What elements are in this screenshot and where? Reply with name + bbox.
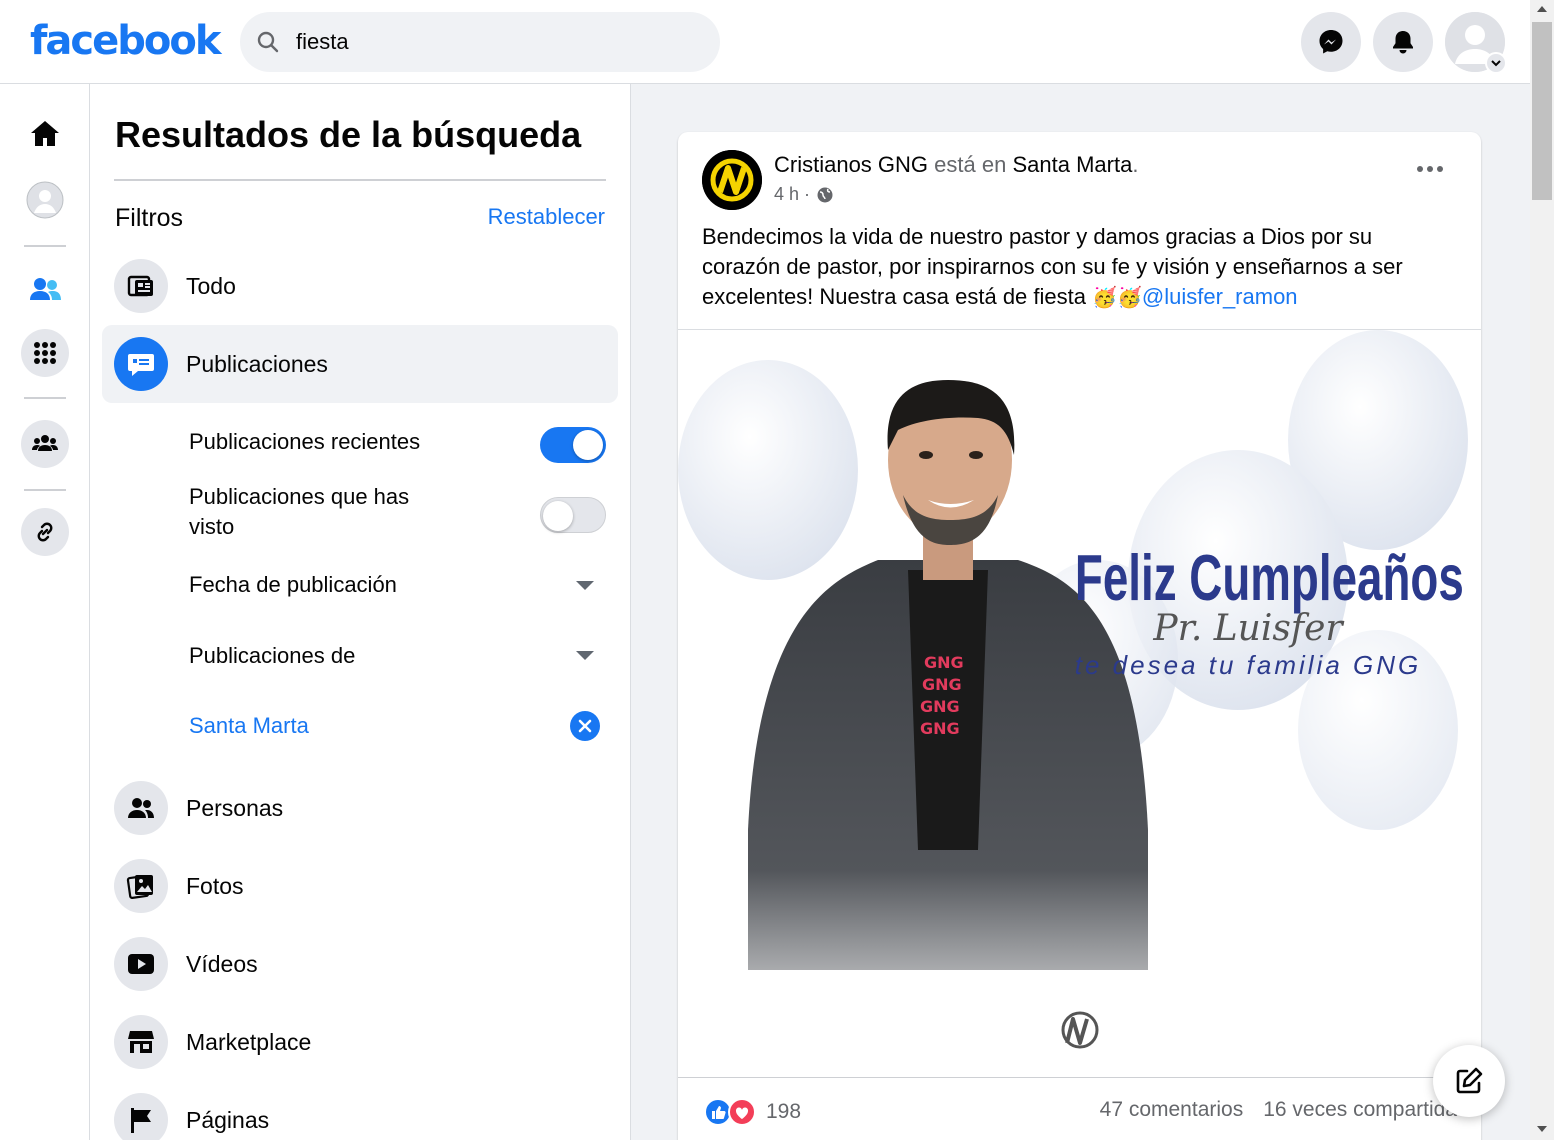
search-box[interactable]	[240, 12, 720, 72]
people-icon	[114, 781, 168, 835]
reset-filters-link[interactable]: Restablecer	[488, 204, 605, 230]
filter-category-label: Páginas	[186, 1106, 270, 1133]
friends-button[interactable]	[21, 266, 69, 314]
filter-category-label: Publicaciones	[186, 350, 328, 377]
marketplace-icon	[114, 1015, 168, 1069]
post-text: Bendecimos la vida de nuestro pastor y d…	[702, 222, 1442, 312]
post-timestamp[interactable]: 4 h ·	[774, 184, 810, 205]
seen-posts-label: Publicaciones que has visto	[189, 484, 410, 539]
page-title: Resultados de la búsqueda	[115, 114, 582, 155]
left-rail	[0, 84, 90, 1140]
filter-category-label: Vídeos	[186, 950, 258, 977]
image-script-name: Pr. Luisfer	[1152, 608, 1344, 649]
flag-icon	[114, 1093, 168, 1140]
top-bar: facebook	[0, 0, 1530, 84]
home-icon	[31, 121, 59, 146]
compose-icon	[1456, 1067, 1483, 1094]
image-subtitle: te desea tu familia GNG	[1075, 650, 1421, 680]
scroll-down-arrow[interactable]	[1537, 1126, 1547, 1132]
divider	[678, 1077, 1481, 1078]
filter-category-posts[interactable]: Publicaciones	[102, 325, 618, 403]
location-link[interactable]: Santa Marta	[1012, 152, 1132, 177]
location-filter-value[interactable]: Santa Marta	[189, 711, 609, 741]
profile-avatar-icon	[26, 181, 64, 219]
shirt-print: GNG	[920, 719, 960, 738]
close-icon	[578, 719, 592, 733]
new-message-button[interactable]	[1433, 1045, 1505, 1117]
mention-link[interactable]: @luisfer_ramon	[1142, 284, 1298, 309]
page-name-link[interactable]: Cristianos GNG	[774, 152, 928, 177]
profile-button[interactable]	[21, 176, 69, 224]
video-icon	[114, 937, 168, 991]
recent-posts-toggle[interactable]	[540, 427, 606, 463]
post-image[interactable]: GNG GNG GNG GNG Feliz Cumpleaños Pr. Lui…	[678, 330, 1481, 1080]
comments-count-link[interactable]: 47 comentarios	[1100, 1098, 1244, 1122]
groups-icon	[32, 435, 58, 451]
search-input[interactable]	[296, 29, 696, 55]
page-avatar[interactable]	[702, 150, 762, 210]
post-header: Cristianos GNG está en Santa Marta.	[774, 152, 1138, 178]
post-stats: 47 comentarios 16 veces compartida	[1100, 1098, 1457, 1122]
photos-icon	[114, 859, 168, 913]
clear-location-button[interactable]	[570, 711, 600, 741]
filter-category-label: Marketplace	[186, 1028, 312, 1055]
grid-menu-icon	[34, 342, 56, 364]
reactions-summary[interactable]: 198	[704, 1098, 801, 1126]
posts-icon	[114, 337, 168, 391]
post-body: Bendecimos la vida de nuestro pastor y d…	[702, 224, 1403, 309]
search-icon	[240, 12, 296, 72]
caret-down-icon[interactable]	[576, 581, 594, 590]
bell-icon	[1393, 31, 1413, 54]
post-card: Cristianos GNG está en Santa Marta. 4 h …	[678, 132, 1481, 1140]
rail-divider	[24, 245, 66, 247]
home-button[interactable]	[21, 110, 69, 158]
date-filter-label[interactable]: Fecha de publicación	[189, 570, 609, 600]
rail-divider	[24, 489, 66, 491]
filter-category-videos[interactable]: Vídeos	[102, 925, 618, 1003]
chevron-down-icon[interactable]	[1485, 52, 1507, 74]
messenger-button[interactable]	[1301, 12, 1361, 72]
filter-category-label: Fotos	[186, 872, 244, 899]
filter-category-all[interactable]: Todo	[102, 247, 618, 325]
shirt-print: GNG	[922, 675, 962, 694]
scrollbar-thumb[interactable]	[1532, 22, 1552, 200]
post-options-button[interactable]	[1417, 166, 1443, 172]
feed-icon	[114, 259, 168, 313]
link-button[interactable]	[21, 508, 69, 556]
reaction-count: 198	[766, 1100, 802, 1123]
messenger-icon	[1319, 30, 1343, 54]
filter-category-label: Todo	[186, 272, 236, 299]
love-reaction-icon	[728, 1098, 756, 1126]
friends-icon	[30, 278, 61, 300]
search-filters-panel: Resultados de la búsqueda Filtros Restab…	[90, 84, 631, 1140]
page-scrollbar[interactable]	[1530, 0, 1554, 1140]
groups-button[interactable]	[21, 420, 69, 468]
scroll-up-arrow[interactable]	[1537, 6, 1547, 12]
globe-icon	[817, 187, 833, 202]
link-icon	[37, 522, 53, 542]
shirt-print: GNG	[924, 653, 964, 672]
filter-category-photos[interactable]: Fotos	[102, 847, 618, 925]
menu-button[interactable]	[21, 329, 69, 377]
checkin-text: está en	[934, 152, 1007, 177]
post-meta: 4 h ·	[774, 184, 834, 205]
rail-divider	[24, 397, 66, 399]
shares-count-link[interactable]: 16 veces compartida	[1263, 1098, 1457, 1122]
image-title: Feliz Cumpleaños	[1075, 541, 1464, 614]
seen-posts-toggle[interactable]	[540, 497, 606, 533]
filter-category-label: Personas	[186, 794, 284, 821]
filter-category-pages[interactable]: Páginas	[102, 1081, 618, 1140]
shirt-print: GNG	[920, 697, 960, 716]
facebook-logo[interactable]: facebook	[30, 18, 221, 64]
checkin-punctuation: .	[1132, 152, 1139, 177]
gng-logo-icon	[702, 150, 762, 210]
filters-heading: Filtros	[115, 204, 184, 232]
notifications-button[interactable]	[1373, 12, 1433, 72]
title-divider	[114, 179, 606, 181]
filter-category-people[interactable]: Personas	[102, 769, 618, 847]
caret-down-icon[interactable]	[576, 651, 594, 660]
filter-category-marketplace[interactable]: Marketplace	[102, 1003, 618, 1081]
party-emoji: 🥳🥳	[1092, 285, 1142, 309]
posts-from-label[interactable]: Publicaciones de	[189, 641, 609, 671]
